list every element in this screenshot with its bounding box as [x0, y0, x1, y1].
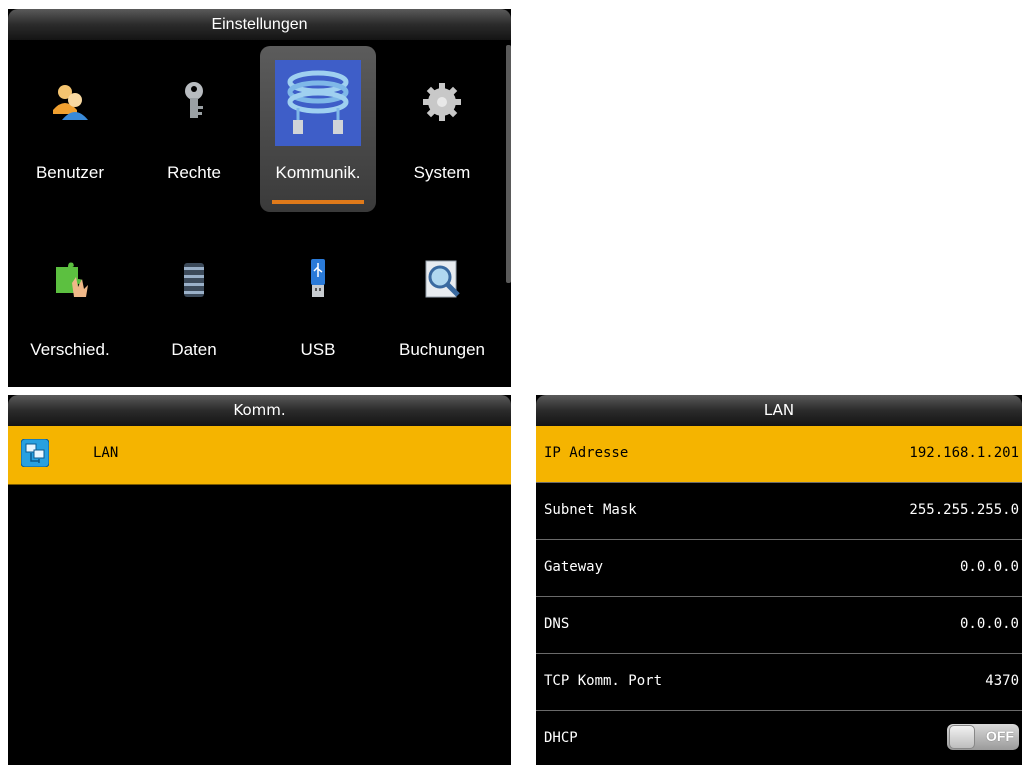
settings-title: Einstellungen [8, 9, 511, 40]
settings-screen: Einstellungen Benutzer Rechte Kommunik. … [8, 9, 511, 387]
setting-row-gateway[interactable]: Gateway 0.0.0.0 [536, 540, 1022, 597]
setting-row-subnet-mask[interactable]: Subnet Mask 255.255.255.0 [536, 483, 1022, 540]
setting-row-dhcp[interactable]: DHCP OFF [536, 711, 1022, 765]
list-item-lan[interactable]: LAN [8, 426, 511, 485]
setting-label: DNS [544, 616, 570, 632]
lan-title: LAN [536, 395, 1022, 426]
setting-value: 0.0.0.0 [959, 616, 1019, 632]
usb-stick-icon [311, 259, 325, 297]
setting-row-ip-address[interactable]: IP Adresse 192.168.1.201 [536, 426, 1022, 483]
database-icon [184, 263, 204, 297]
setting-label: IP Adresse [544, 445, 629, 461]
menu-item-label: Buchungen [398, 340, 486, 359]
menu-item-label: Benutzer [35, 163, 105, 182]
menu-item-verschied[interactable]: Verschied. [8, 217, 132, 383]
comm-screen: Komm. LAN [8, 395, 511, 765]
setting-label: Subnet Mask [544, 502, 637, 518]
list-item-label: LAN [93, 445, 119, 461]
key-icon [185, 82, 203, 118]
users-icon [53, 85, 88, 120]
menu-item-benutzer[interactable]: Benutzer [8, 40, 132, 206]
menu-item-label: USB [300, 340, 336, 359]
setting-value: 255.255.255.0 [909, 502, 1019, 518]
setting-row-tcp-port[interactable]: TCP Komm. Port 4370 [536, 654, 1022, 711]
network-computers-icon [21, 439, 49, 467]
menu-item-usb[interactable]: USB [256, 217, 380, 383]
setting-value: 192.168.1.201 [909, 445, 1019, 461]
scrollbar[interactable] [506, 45, 511, 283]
menu-item-buchungen[interactable]: Buchungen [380, 217, 504, 383]
network-cable-icon [275, 60, 361, 146]
menu-item-label: System [413, 163, 471, 182]
setting-label: TCP Komm. Port [544, 673, 663, 689]
lan-screen: LAN IP Adresse 192.168.1.201 Subnet Mask… [536, 395, 1022, 765]
menu-item-label: Kommunik. [275, 163, 361, 182]
menu-item-label: Verschied. [30, 340, 110, 359]
toggle-state-text: OFF [986, 728, 1014, 744]
setting-value: 0.0.0.0 [959, 559, 1019, 575]
menu-item-label: Daten [171, 340, 217, 359]
selection-bar [272, 200, 364, 204]
settings-menu-grid: Benutzer Rechte Kommunik. System Verschi… [8, 40, 503, 387]
gear-icon [423, 83, 461, 121]
puzzle-hand-icon [56, 262, 88, 297]
menu-item-kommunik[interactable]: Kommunik. [256, 40, 380, 212]
magnifier-icon [425, 260, 460, 298]
setting-label: DHCP [544, 730, 578, 746]
menu-item-label: Rechte [167, 163, 221, 182]
setting-label: Gateway [544, 559, 604, 575]
setting-row-dns[interactable]: DNS 0.0.0.0 [536, 597, 1022, 654]
menu-item-rechte[interactable]: Rechte [132, 40, 256, 206]
toggle-knob [949, 725, 975, 749]
dhcp-toggle[interactable]: OFF [947, 724, 1019, 750]
setting-value: 4370 [985, 673, 1019, 689]
menu-item-daten[interactable]: Daten [132, 217, 256, 383]
menu-item-system[interactable]: System [380, 40, 504, 206]
comm-title: Komm. [8, 395, 511, 426]
